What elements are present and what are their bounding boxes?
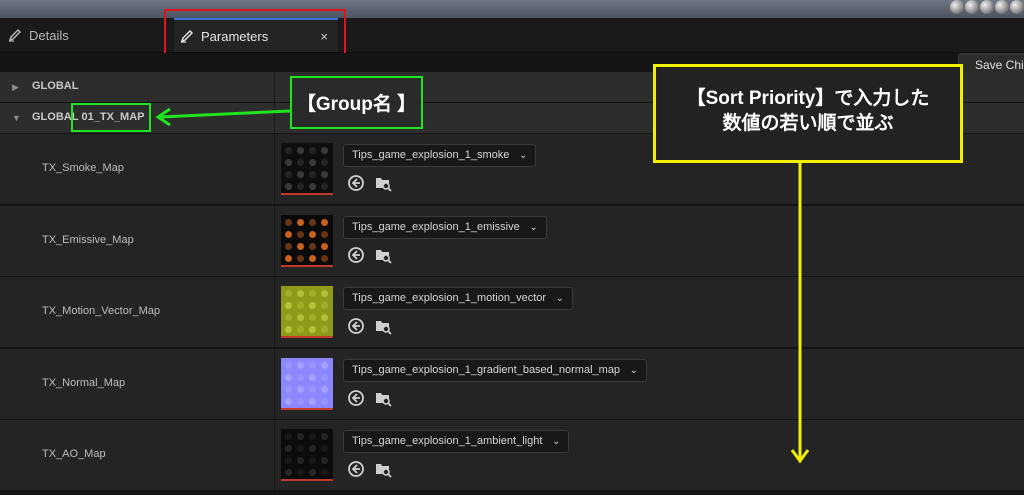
- chevron-down-icon: ⌄: [552, 436, 561, 447]
- column-divider: [274, 277, 275, 347]
- parameters-tab-highlight: [164, 9, 346, 57]
- column-divider: [274, 103, 275, 133]
- tab-details[interactable]: Details: [8, 18, 69, 52]
- collapse-arrow-icon[interactable]: ▼: [12, 113, 21, 123]
- texture-dropdown[interactable]: Tips_game_explosion_1_motion_vector ⌄: [343, 287, 574, 310]
- parameter-row: TX_Emissive_Map Tips_game_explosion_1_em…: [0, 205, 1024, 277]
- parameter-row: TX_Motion_Vector_Map Tips_game_explosion…: [0, 277, 1024, 348]
- column-divider: [274, 420, 275, 490]
- sphere-icon[interactable]: [980, 0, 994, 14]
- expand-arrow-icon[interactable]: ▶: [12, 82, 19, 93]
- chevron-down-icon: ⌄: [555, 293, 565, 304]
- reset-arrow-icon[interactable]: [347, 174, 365, 192]
- texture-dropdown[interactable]: Tips_game_explosion_1_gradient_based_nor…: [343, 358, 648, 382]
- texture-dropdown[interactable]: Tips_game_explosion_1_ambient_light ⌄: [343, 430, 570, 453]
- browse-folder-icon[interactable]: [374, 174, 392, 192]
- texture-dropdown-value: Tips_game_explosion_1_motion_vector: [352, 292, 547, 304]
- parameter-name: TX_Motion_Vector_Map: [42, 305, 161, 317]
- parameter-row: TX_AO_Map Tips_game_explosion_1_ambient_…: [0, 420, 1024, 491]
- parameter-name: TX_Emissive_Map: [42, 233, 134, 246]
- texture-thumbnail[interactable]: [281, 143, 333, 195]
- texture-actions: [347, 174, 392, 192]
- chevron-down-icon: ⌄: [529, 221, 538, 233]
- group-name-highlight: [71, 103, 151, 132]
- column-divider: [274, 348, 275, 419]
- reset-arrow-icon[interactable]: [347, 246, 365, 264]
- texture-thumbnail[interactable]: [281, 286, 333, 338]
- group-name-callout: 【Group名 】: [296, 94, 417, 115]
- pencil-icon: [8, 28, 22, 42]
- preview-spheres[interactable]: [950, 0, 1024, 16]
- tab-bar: Details Parameters ×: [0, 18, 1024, 53]
- texture-actions: [347, 460, 392, 478]
- sphere-icon[interactable]: [1010, 0, 1024, 14]
- texture-dropdown-value: Tips_game_explosion_1_emissive: [352, 220, 520, 233]
- browse-folder-icon[interactable]: [374, 389, 392, 407]
- chevron-down-icon: ⌄: [629, 364, 639, 376]
- parameter-name: TX_Smoke_Map: [42, 162, 124, 174]
- parameter-name: TX_AO_Map: [42, 448, 106, 460]
- sphere-icon[interactable]: [965, 0, 979, 14]
- group-global-label: GLOBAL: [32, 80, 79, 92]
- column-divider: [274, 72, 275, 102]
- texture-thumbnail[interactable]: [281, 214, 333, 267]
- chevron-down-icon: ⌄: [518, 150, 528, 161]
- texture-dropdown[interactable]: Tips_game_explosion_1_smoke ⌄: [343, 144, 537, 167]
- texture-thumbnail[interactable]: [281, 357, 333, 410]
- texture-dropdown-value: Tips_game_explosion_1_gradient_based_nor…: [352, 363, 621, 376]
- browse-folder-icon[interactable]: [374, 246, 392, 264]
- texture-actions: [347, 317, 392, 335]
- tab-details-label: Details: [29, 27, 69, 43]
- texture-thumbnail[interactable]: [281, 429, 333, 481]
- texture-dropdown-value: Tips_game_explosion_1_ambient_light: [352, 435, 543, 447]
- column-divider: [274, 205, 275, 276]
- sort-priority-line1: 【Sort Priority】で入力した: [686, 88, 930, 109]
- browse-folder-icon[interactable]: [374, 317, 392, 335]
- viewport-strip: [0, 0, 1024, 18]
- sphere-icon[interactable]: [950, 0, 964, 14]
- texture-dropdown[interactable]: Tips_game_explosion_1_emissive ⌄: [343, 215, 547, 239]
- texture-actions: [347, 246, 392, 264]
- reset-arrow-icon[interactable]: [347, 317, 365, 335]
- texture-actions: [347, 389, 392, 407]
- parameter-name: TX_Normal_Map: [42, 376, 126, 389]
- sort-priority-line2: 数値の若い順で並ぶ: [722, 113, 894, 134]
- reset-arrow-icon[interactable]: [347, 460, 365, 478]
- parameter-row: TX_Normal_Map Tips_game_explosion_1_grad…: [0, 348, 1024, 420]
- sort-priority-callout: 【Sort Priority】で入力した 数値の若い順で並ぶ: [656, 86, 960, 136]
- browse-folder-icon[interactable]: [374, 460, 392, 478]
- sphere-icon[interactable]: [995, 0, 1009, 14]
- reset-arrow-icon[interactable]: [347, 389, 365, 407]
- texture-dropdown-value: Tips_game_explosion_1_smoke: [352, 149, 510, 161]
- column-divider: [274, 134, 275, 204]
